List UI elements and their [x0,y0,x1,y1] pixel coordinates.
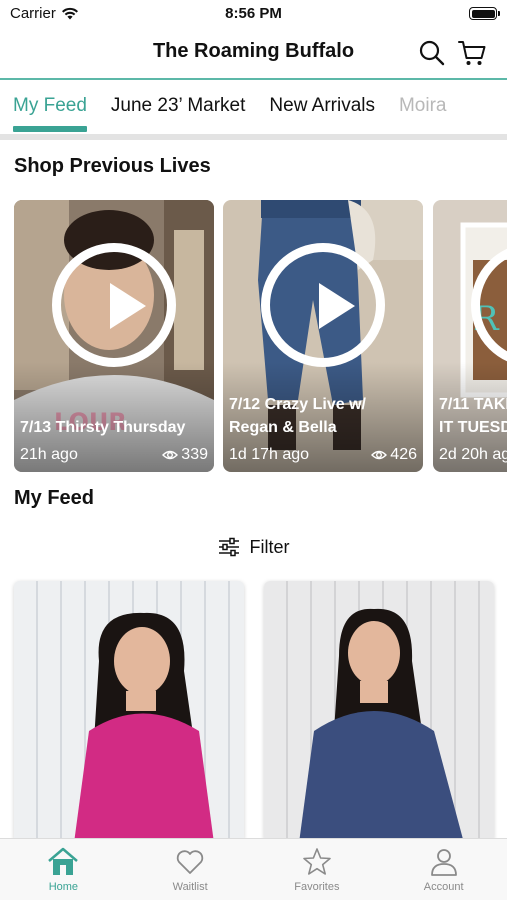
eye-icon [371,450,388,460]
tab-june-market[interactable]: June 23’ Market [111,80,245,136]
app-header: The Roaming Buffalo [0,28,507,78]
play-icon[interactable] [261,243,385,367]
live-title: 7/13 Thirsty Thursday [20,419,186,436]
live-video-card[interactable]: 7/12 Crazy Live w/ Regan & Bella 1d 17h … [223,200,423,472]
live-meta: 2d 20h ago [439,446,507,464]
filter-label: Filter [249,536,290,557]
live-title: 7/12 Crazy Live w/ Regan & Bella [229,396,366,436]
sliders-icon [218,537,239,557]
status-time: 8:56 PM [225,5,282,22]
battery-icon [469,7,500,20]
feed-section-title: My Feed [14,487,95,509]
feed-product-card[interactable] [14,581,244,843]
view-count: 426 [371,446,417,464]
cart-icon[interactable] [457,38,487,68]
nav-favorites[interactable]: Favorites [254,839,381,900]
bottom-tab-bar: Home Waitlist Favorites Account [0,838,507,900]
star-icon [303,848,331,875]
heart-icon [176,850,204,874]
tab-my-feed[interactable]: My Feed [13,80,87,136]
person-icon [430,849,457,876]
live-time-ago: 1d 17h ago [229,446,310,463]
category-tabs: My Feed June 23’ Market New Arrivals Moi… [0,80,507,136]
live-time-ago: 2d 20h ago [439,446,507,463]
live-meta: 21h ago 339 [20,446,208,464]
live-video-card[interactable]: R 7/11 TAKE IT TUESDAY 2d 20h ago [433,200,507,472]
live-meta: 1d 17h ago 426 [229,446,417,464]
lives-section-title: Shop Previous Lives [14,155,211,177]
play-icon[interactable] [52,243,176,367]
live-time-ago: 21h ago [20,446,78,463]
eye-icon [162,450,179,460]
product-image [14,581,244,843]
live-title: 7/11 TAKE IT TUESDAY [439,396,507,436]
status-bar: Carrier 8:56 PM [0,0,507,28]
view-count: 339 [162,446,208,464]
product-image [264,581,494,843]
tabs-divider [0,134,507,140]
tab-moira[interactable]: Moira [399,80,447,136]
live-video-card[interactable]: LOUR 7/13 Thirsty Thursday 21h ago 339 [14,200,214,472]
home-icon [48,847,79,875]
previous-lives-carousel: LOUR 7/13 Thirsty Thursday 21h ago 339 [14,200,507,472]
nav-account[interactable]: Account [380,839,507,900]
tab-new-arrivals[interactable]: New Arrivals [269,80,375,136]
nav-waitlist[interactable]: Waitlist [127,839,254,900]
search-icon[interactable] [417,38,447,68]
feed-product-card[interactable] [264,581,494,843]
filter-button[interactable]: Filter [0,532,507,562]
nav-home[interactable]: Home [0,839,127,900]
